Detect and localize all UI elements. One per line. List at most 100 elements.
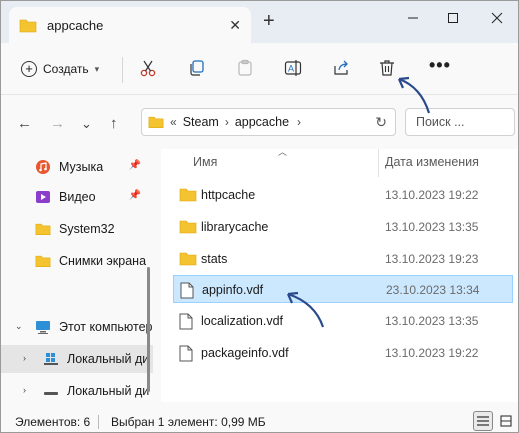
sidebar-item-video[interactable]: Видео 📌 xyxy=(1,183,153,211)
more-options-icon[interactable]: ••• xyxy=(429,55,451,76)
table-row-selected[interactable]: appinfo.vdf 23.10.2023 13:34 xyxy=(173,275,513,303)
pin-icon: 📌 xyxy=(128,190,141,201)
rename-icon[interactable]: A xyxy=(284,59,302,77)
table-row[interactable]: packageinfo.vdf 13.10.2023 19:22 xyxy=(173,339,513,367)
tab-title: appcache xyxy=(47,17,104,33)
chevron-right-icon: › xyxy=(297,115,302,129)
chevron-right-icon: › xyxy=(224,115,229,129)
tab-close-icon[interactable]: ✕ xyxy=(229,16,241,34)
paste-icon[interactable] xyxy=(236,59,254,77)
navigation-pane: Музыка 📌 Видео 📌 System32 Снимки экрана … xyxy=(1,149,153,402)
table-row[interactable]: librarycache 13.10.2023 13:35 xyxy=(173,213,513,241)
breadcrumb-steam[interactable]: Steam xyxy=(183,115,219,129)
command-bar: + Создать ▾ A ••• xyxy=(1,43,518,95)
file-date: 13.10.2023 19:23 xyxy=(385,252,479,266)
drive-icon xyxy=(44,392,58,395)
chevron-down-icon[interactable]: ⌄ xyxy=(15,321,23,332)
sidebar-item-label: Музыка xyxy=(59,160,104,174)
chevron-right-icon[interactable]: › xyxy=(23,353,26,363)
new-tab-button[interactable]: + xyxy=(263,11,275,31)
sidebar-item-this-pc[interactable]: ⌄ Этот компьютер xyxy=(1,313,153,341)
sidebar-item-local-disk-c[interactable]: › Локальный ди xyxy=(1,345,153,373)
folder-icon xyxy=(179,188,197,202)
create-button-label: Создать xyxy=(43,62,89,76)
file-icon xyxy=(180,282,194,299)
sidebar-item-system32[interactable]: System32 xyxy=(1,215,153,243)
sidebar-item-label: System32 xyxy=(59,222,115,236)
table-row[interactable]: localization.vdf 13.10.2023 13:35 xyxy=(173,307,513,335)
copy-icon[interactable] xyxy=(188,59,206,77)
close-window-button[interactable] xyxy=(477,5,517,31)
table-row[interactable]: httpcache 13.10.2023 19:22 xyxy=(173,181,513,209)
column-divider[interactable] xyxy=(378,149,379,177)
maximize-icon xyxy=(448,13,458,23)
status-bar: Элементов: 6 Выбран 1 элемент: 0,99 МБ xyxy=(1,402,518,432)
computer-icon xyxy=(36,321,50,334)
details-view-icon xyxy=(477,416,489,426)
up-arrow-icon[interactable]: ↑ xyxy=(110,115,118,132)
details-view-button[interactable] xyxy=(473,411,493,431)
refresh-icon[interactable]: ↻ xyxy=(375,114,387,131)
navigation-row: ← → ⌄ ↑ « Steam › appcache › ↻ Поиск ... xyxy=(1,95,518,149)
sidebar-item-local-disk-d[interactable]: › Локальный ди xyxy=(1,377,153,405)
folder-icon xyxy=(179,252,197,266)
file-explorer-window: appcache ✕ + + Создать ▾ A ••• ← → ⌄ ↑ «… xyxy=(0,0,519,433)
folder-icon xyxy=(148,116,164,129)
breadcrumb-appcache[interactable]: appcache xyxy=(235,115,289,129)
title-bar: appcache ✕ + xyxy=(1,1,518,43)
file-name: packageinfo.vdf xyxy=(201,346,289,360)
toolbar-divider xyxy=(122,57,123,83)
sidebar-item-screenshots[interactable]: Снимки экрана xyxy=(1,247,153,275)
tab-appcache[interactable]: appcache ✕ xyxy=(9,7,251,43)
create-button[interactable]: + Создать ▾ xyxy=(21,57,99,81)
back-arrow-icon[interactable]: ← xyxy=(17,115,32,132)
windows-drive-icon xyxy=(44,353,58,365)
file-date: 13.10.2023 19:22 xyxy=(385,188,479,202)
folder-icon xyxy=(35,223,51,236)
forward-arrow-icon[interactable]: → xyxy=(50,115,65,132)
file-name: appinfo.vdf xyxy=(202,283,264,297)
expand-locations-icon[interactable]: ⌄ xyxy=(81,116,92,132)
table-row[interactable]: stats 13.10.2023 19:23 xyxy=(173,245,513,273)
sidebar-item-label: Локальный ди xyxy=(67,352,150,366)
minimize-button[interactable] xyxy=(393,5,433,31)
file-name: localization.vdf xyxy=(201,314,283,328)
trash-icon[interactable] xyxy=(378,59,396,77)
chevron-down-icon: ▾ xyxy=(94,63,100,74)
share-icon[interactable] xyxy=(332,59,350,77)
pin-icon: 📌 xyxy=(128,160,141,171)
file-name: httpcache xyxy=(201,188,256,202)
file-date: 13.10.2023 13:35 xyxy=(385,314,479,328)
file-name: stats xyxy=(201,252,228,266)
folder-icon xyxy=(35,255,51,268)
sort-ascending-icon: ︿ xyxy=(278,147,288,157)
tiles-view-button[interactable] xyxy=(496,411,516,431)
close-icon xyxy=(491,12,503,24)
file-icon xyxy=(179,345,193,362)
sidebar-item-music[interactable]: Музыка 📌 xyxy=(1,153,153,181)
svg-text:A: A xyxy=(288,64,294,74)
sidebar-item-label: Видео xyxy=(59,190,96,204)
file-date: 13.10.2023 13:35 xyxy=(385,220,479,234)
cut-icon[interactable] xyxy=(139,59,157,77)
chevron-right-icon[interactable]: › xyxy=(23,385,26,395)
column-header-name[interactable]: Имя xyxy=(193,155,217,169)
file-icon xyxy=(179,313,193,330)
column-header-date[interactable]: Дата изменения xyxy=(385,155,479,169)
sidebar-item-label: Локальный ди xyxy=(67,384,150,398)
status-item-count: Элементов: 6 xyxy=(15,415,91,429)
sidebar-scrollbar[interactable] xyxy=(147,267,150,392)
music-icon xyxy=(36,160,50,174)
maximize-button[interactable] xyxy=(433,5,473,31)
plus-icon: + xyxy=(21,61,37,77)
status-divider xyxy=(98,415,99,429)
file-date: 13.10.2023 19:22 xyxy=(385,346,479,360)
search-input[interactable]: Поиск ... xyxy=(405,108,515,136)
tiles-view-icon xyxy=(500,415,512,427)
sidebar-item-label: Снимки экрана xyxy=(59,254,147,268)
video-icon xyxy=(36,191,50,203)
status-selection: Выбран 1 элемент: 0,99 МБ xyxy=(111,415,266,429)
breadcrumb-overflow[interactable]: « xyxy=(170,115,177,129)
address-bar[interactable]: « Steam › appcache › ↻ xyxy=(141,108,396,136)
sidebar-item-label: Этот компьютер xyxy=(59,320,153,334)
